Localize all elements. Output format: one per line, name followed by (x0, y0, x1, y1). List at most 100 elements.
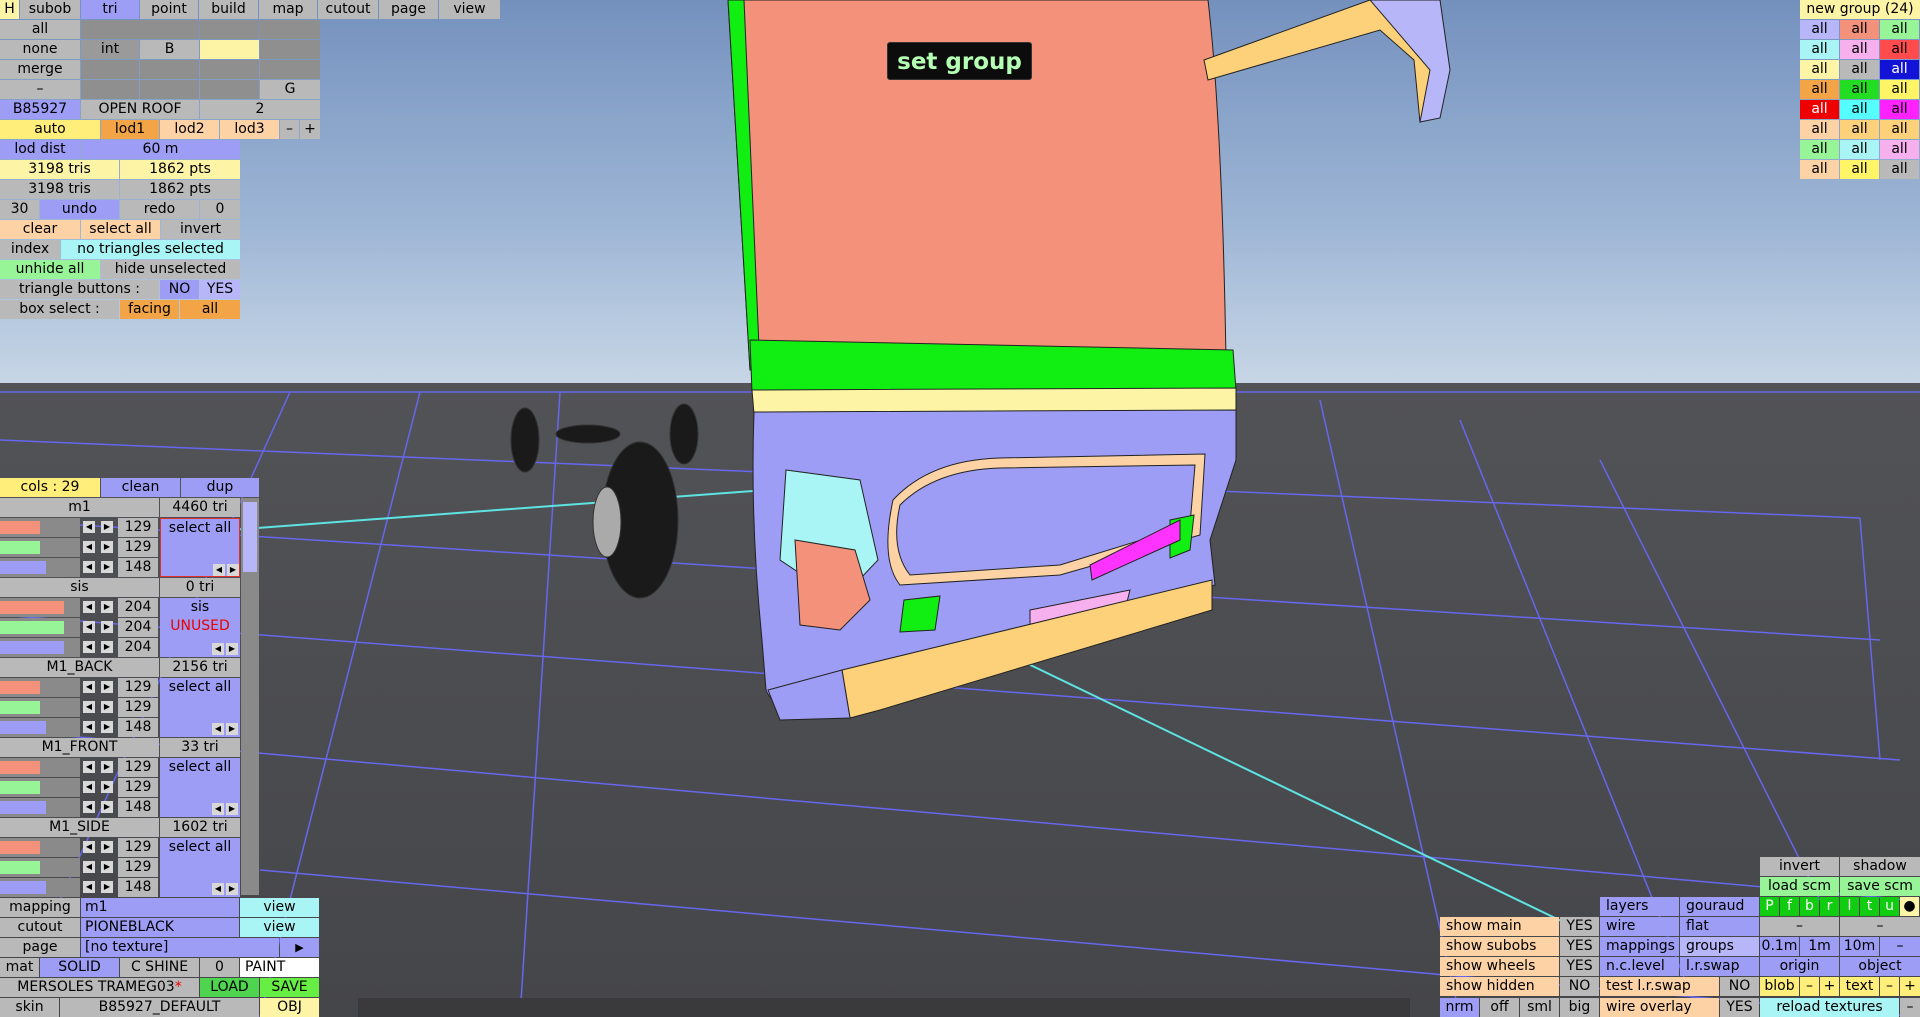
channel-value[interactable]: 148 (118, 558, 158, 577)
material-action-box[interactable]: select all ◀ ▶ (160, 678, 240, 737)
arrow-left-icon[interactable]: ◀ (83, 761, 95, 773)
save-button[interactable]: SAVE (260, 978, 319, 997)
origin-button[interactable]: origin (1760, 957, 1839, 976)
group-cell[interactable]: all (1880, 140, 1919, 159)
view-direction-button[interactable]: u (1880, 897, 1899, 916)
channel-value[interactable]: 148 (118, 878, 158, 897)
cutout-value[interactable]: PIONEBLACK (81, 918, 239, 937)
menu-page[interactable]: page (379, 0, 438, 19)
arrow-right-icon[interactable]: ▶ (101, 721, 113, 733)
arrow-right-icon[interactable]: ▶ (226, 723, 238, 735)
group-cell[interactable]: all (1800, 100, 1839, 119)
nc-level-button[interactable]: n.c.level (1600, 957, 1679, 976)
view-direction-button[interactable]: b (1800, 897, 1819, 916)
c-shine-button[interactable]: C SHINE (120, 958, 199, 977)
blob-plus[interactable]: + (1820, 977, 1839, 996)
group-cell[interactable]: all (1800, 140, 1839, 159)
arrow-left-icon[interactable]: ◀ (212, 803, 224, 815)
channel-value[interactable]: 129 (118, 858, 158, 877)
arrow-left-icon[interactable]: ◀ (83, 641, 95, 653)
view-direction-button[interactable]: P (1760, 897, 1779, 916)
group-cell[interactable]: all (1840, 140, 1879, 159)
group-cell[interactable]: all (1880, 40, 1919, 59)
arrow-left-icon[interactable]: ◀ (212, 723, 224, 735)
material-action-box[interactable]: sis UNUSED ◀ ▶ (160, 598, 240, 657)
color-channel-slider[interactable] (0, 678, 80, 697)
arrow-left-icon[interactable]: ◀ (83, 781, 95, 793)
group-cell[interactable]: all (1880, 100, 1919, 119)
arrow-right-icon[interactable]: ▶ (101, 881, 113, 893)
color-channel-slider[interactable] (0, 778, 80, 797)
model-file-name[interactable]: MERSOLES TRAMEG03* (0, 978, 199, 997)
show-hidden-no[interactable]: NO (1560, 977, 1599, 996)
box-select-all[interactable]: all (180, 300, 240, 319)
color-channel-slider[interactable] (0, 718, 80, 737)
color-channel-slider[interactable] (0, 638, 80, 657)
obj-button[interactable]: OBJ (260, 998, 319, 1017)
step-0-1m[interactable]: 0.1m (1760, 937, 1799, 956)
triangle-buttons-no[interactable]: NO (160, 280, 199, 299)
color-channel-slider[interactable] (0, 618, 80, 637)
g-button[interactable]: G (260, 80, 320, 99)
dash-left[interactable]: – (1760, 917, 1839, 936)
dash-right[interactable]: – (1840, 917, 1920, 936)
shine-value[interactable]: 0 (200, 958, 239, 977)
material-action-box[interactable]: select all ◀ ▶ (160, 838, 240, 897)
page-next-icon[interactable]: ▶ (280, 938, 319, 957)
material-action[interactable]: sis (160, 598, 240, 617)
color-channel-slider[interactable] (0, 558, 80, 577)
arrow-right-icon[interactable]: ▶ (101, 841, 113, 853)
layers-button[interactable]: layers (1600, 897, 1679, 916)
step-10m[interactable]: 10m (1840, 937, 1879, 956)
arrow-right-icon[interactable]: ▶ (101, 761, 113, 773)
arrow-left-icon[interactable]: ◀ (83, 601, 95, 613)
group-cell[interactable]: all (1800, 160, 1839, 179)
arrow-right-icon[interactable]: ▶ (101, 801, 113, 813)
lod-plus[interactable]: + (300, 120, 320, 139)
arrow-left-icon[interactable]: ◀ (83, 801, 95, 813)
triangle-buttons-yes[interactable]: YES (200, 280, 240, 299)
group-cell[interactable]: all (1800, 80, 1839, 99)
arrow-right-icon[interactable]: ▶ (226, 643, 238, 655)
show-hidden-label[interactable]: show hidden (1440, 977, 1559, 996)
arrow-left-icon[interactable]: ◀ (83, 841, 95, 853)
save-scm-button[interactable]: save scm (1840, 877, 1920, 896)
group-cell[interactable]: all (1880, 160, 1919, 179)
color-channel-slider[interactable] (0, 538, 80, 557)
material-name[interactable]: M1_SIDE (0, 818, 159, 837)
arrow-right-icon[interactable]: ▶ (101, 541, 113, 553)
show-main-label[interactable]: show main (1440, 917, 1559, 936)
arrow-right-icon[interactable]: ▶ (101, 641, 113, 653)
channel-value[interactable]: 129 (118, 758, 158, 777)
merge-button[interactable]: merge (0, 60, 80, 79)
index-button[interactable]: index (0, 240, 60, 259)
new-group-button[interactable]: new group (24) (1800, 0, 1920, 19)
lod1-button[interactable]: lod1 (101, 120, 159, 139)
menu-cutout[interactable]: cutout (318, 0, 378, 19)
arrow-right-icon[interactable]: ▶ (101, 861, 113, 873)
channel-value[interactable]: 129 (118, 838, 158, 857)
menu-subob[interactable]: subob (20, 0, 80, 19)
b-button[interactable]: B (140, 40, 199, 59)
material-name[interactable]: sis (0, 578, 159, 597)
material-action[interactable]: select all (161, 519, 239, 538)
view-direction-button[interactable]: r (1820, 897, 1839, 916)
arrow-left-icon[interactable]: ◀ (212, 883, 224, 895)
lr-swap-button[interactable]: l.r.swap (1680, 957, 1759, 976)
undo-button[interactable]: undo (40, 200, 119, 219)
arrow-left-icon[interactable]: ◀ (83, 521, 95, 533)
group-cell[interactable]: all (1800, 60, 1839, 79)
arrow-right-icon[interactable]: ▶ (101, 621, 113, 633)
wire-button[interactable]: wire (1600, 917, 1679, 936)
view-direction-button[interactable]: ● (1900, 897, 1919, 916)
menu-point[interactable]: point (140, 0, 198, 19)
arrow-left-icon[interactable]: ◀ (212, 643, 224, 655)
material-name[interactable]: M1_BACK (0, 658, 159, 677)
lod-auto[interactable]: auto (0, 120, 100, 139)
text-minus[interactable]: – (1880, 977, 1899, 996)
load-scm-button[interactable]: load scm (1760, 877, 1839, 896)
show-wheels-label[interactable]: show wheels (1440, 957, 1559, 976)
menu-build[interactable]: build (199, 0, 258, 19)
hide-unselected-button[interactable]: hide unselected (101, 260, 240, 279)
cutout-view-button[interactable]: view (240, 918, 319, 937)
